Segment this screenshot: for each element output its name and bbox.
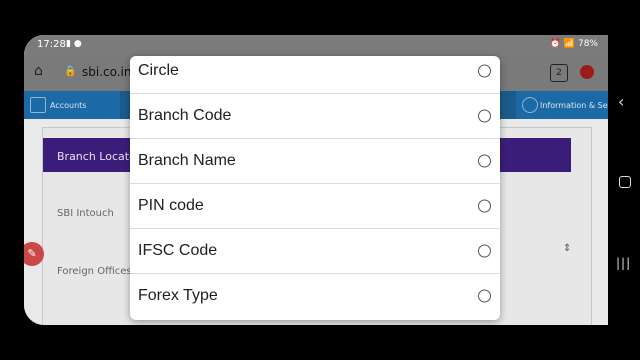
notification-icons: ▮ ● [66,39,82,49]
option-label: Branch Name [138,151,236,169]
option-label: PIN code [138,196,204,214]
home-icon[interactable]: ⌂ [34,64,48,78]
information-icon [522,97,538,113]
option-label: Branch Code [138,106,232,124]
radio-icon[interactable] [478,244,491,257]
nav-item-label: Accounts [50,101,87,110]
option-branch-name[interactable]: Branch Name [130,138,500,184]
branch-locator-title: Branch Locator [57,150,141,163]
status-time: 17:28 [37,39,66,50]
recents-icon[interactable]: ||| [616,256,631,270]
radio-icon[interactable] [478,64,491,77]
edit-icon[interactable]: ✎ [24,242,44,266]
back-icon[interactable]: ‹ [618,92,624,111]
accounts-icon [30,97,46,113]
status-icons: ⏰ 📶 78% [549,39,598,49]
radio-icon[interactable] [478,199,491,212]
option-pin-code[interactable]: PIN code [130,183,500,229]
option-branch-code[interactable]: Branch Code [130,93,500,139]
system-nav-bar: ‹ ||| [610,0,640,360]
filter-options-dialog: Circle Branch Code Branch Name PIN code … [130,56,500,320]
status-bar: 17:28 ▮ ● ⏰ 📶 78% [24,35,608,55]
battery-level: 78% [577,39,598,49]
option-label: Circle [138,61,179,79]
radio-icon[interactable] [478,289,491,302]
url-text[interactable]: sbi.co.in/ [82,65,136,79]
tabs-button[interactable]: 2 [550,64,568,82]
radio-icon[interactable] [478,109,491,122]
option-label: IFSC Code [138,241,218,259]
browser-menu-icon[interactable] [580,65,594,79]
nav-item-accounts[interactable]: Accounts [24,91,120,119]
option-circle[interactable]: Circle [130,56,500,94]
sort-arrows-icon[interactable]: ⇕ [563,243,571,254]
option-forex-type[interactable]: Forex Type [130,273,500,318]
option-label: Forex Type [138,286,218,304]
option-ifsc-code[interactable]: IFSC Code [130,228,500,274]
radio-icon[interactable] [478,154,491,167]
menu-item-intouch[interactable]: SBI Intouch [57,208,114,219]
lock-icon: 🔒 [64,66,77,77]
nav-item-label: Information & Servi [540,101,608,110]
nav-item-information[interactable]: Information & Servi [516,91,608,119]
menu-item-foreign-offices[interactable]: Foreign Offices [57,266,132,277]
home-button-icon[interactable] [619,176,631,188]
